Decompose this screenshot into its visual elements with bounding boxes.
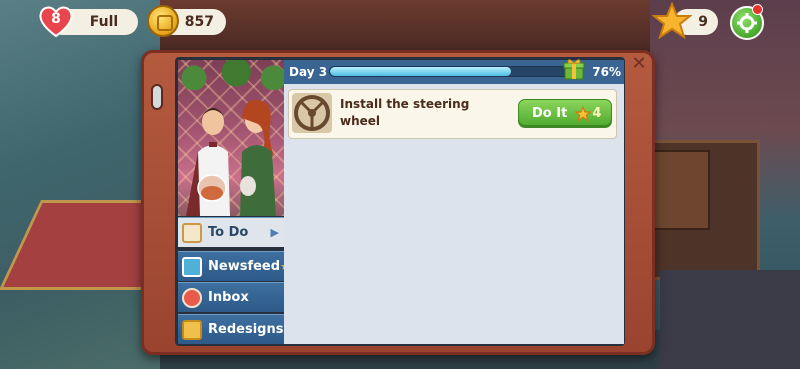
- gear-icon: [737, 13, 757, 33]
- redesigns-icon: [182, 319, 202, 340]
- task-label: Install the steering wheel: [340, 97, 470, 128]
- close-button[interactable]: ✕: [630, 55, 648, 73]
- inbox-icon: [182, 287, 202, 308]
- gift-icon[interactable]: [563, 58, 585, 80]
- tab-newsfeed[interactable]: Newsfeed ★: [178, 251, 290, 281]
- tab-label: Inbox: [208, 290, 249, 305]
- newsfeed-icon: [182, 256, 202, 277]
- star-cost: 4: [592, 106, 602, 121]
- characters-illustration: [186, 99, 276, 216]
- day-progress-bar: [329, 66, 569, 77]
- tab-inbox[interactable]: Inbox: [178, 282, 284, 312]
- scene-rug: [660, 270, 800, 369]
- star-icon: [651, 1, 693, 40]
- scene-top-band: [160, 0, 660, 50]
- do-it-label: Do It: [532, 106, 568, 121]
- close-icon: ✕: [631, 53, 647, 74]
- tab-label: Redesigns: [208, 322, 284, 337]
- lives-count: 8: [51, 11, 61, 27]
- tab-label: To Do: [208, 225, 249, 240]
- day-label: Day 3: [289, 65, 328, 79]
- coins-count: 857: [184, 14, 214, 30]
- heart-icon[interactable]: 8: [38, 4, 74, 38]
- journal-clasp: [151, 84, 163, 110]
- coin-icon: [147, 5, 179, 37]
- notification-dot: [752, 4, 763, 15]
- lives-status: Full: [89, 14, 119, 30]
- progress-percent: 76%: [592, 65, 621, 79]
- steering-wheel-icon: [292, 93, 332, 133]
- stars-count: 9: [698, 14, 708, 30]
- star-cost-icon: [575, 105, 592, 122]
- characters-portrait: [178, 60, 284, 216]
- tab-redesigns[interactable]: Redesigns: [178, 314, 284, 344]
- chevron-right-icon: ▶: [270, 226, 279, 239]
- todo-icon: [182, 222, 202, 243]
- do-it-button[interactable]: Do It 4: [518, 99, 612, 128]
- tab-todo[interactable]: To Do ▶: [178, 217, 284, 247]
- tab-label: Newsfeed: [208, 259, 281, 274]
- day-progress-fill: [330, 67, 511, 76]
